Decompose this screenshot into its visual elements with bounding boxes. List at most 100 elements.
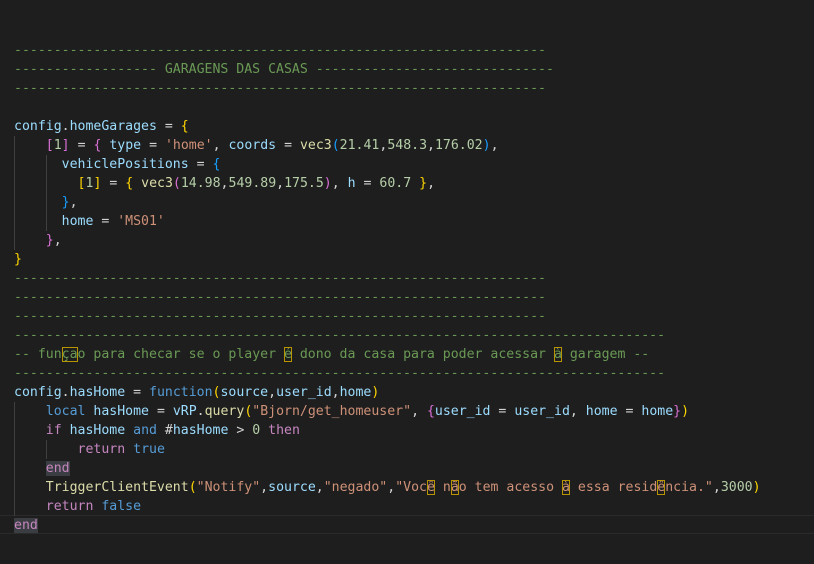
code-token: "Voc [395,480,427,495]
code-token: user_id [514,404,570,419]
code-line-9[interactable]: }, [14,193,78,212]
code-token: , [712,480,721,495]
code-line-12[interactable]: } [14,250,22,269]
code-token: ( [331,138,340,153]
code-line-23[interactable]: end [14,459,70,478]
code-token: vec3 [299,138,332,153]
code-token: 'MS01' [117,214,165,229]
code-token: = [125,385,149,400]
code-token: à [561,480,570,495]
code-line-20[interactable]: local hasHome = vRP.query("Bjorn/get_hom… [14,402,689,421]
code-token: ça [61,347,78,362]
code-token: à [553,347,562,362]
code-token: ( [188,480,197,495]
code-token: ( [172,176,181,191]
code-token: function [149,385,213,400]
code-token: > [228,423,253,438]
code-token: 549.89 [228,176,277,191]
code-token: , [490,138,499,153]
code-line-11[interactable]: }, [14,231,62,250]
code-token: = [188,157,213,172]
code-line-16[interactable]: ----------------------------------------… [14,326,665,345]
code-token: { [426,404,435,419]
code-token: end [14,518,38,533]
code-line-3[interactable]: ----------------------------------------… [14,79,546,98]
code-line-18[interactable]: ----------------------------------------… [14,364,665,383]
code-token: , [212,138,229,153]
code-token: query [204,404,245,419]
code-token: ----------------------------------------… [14,309,546,324]
code-token: ) [323,176,332,191]
code-token: , [260,480,269,495]
code-token: ) [681,404,690,419]
code-token: source [220,385,269,400]
code-line-17[interactable]: -- funçao para checar se o player é dono… [14,345,649,364]
code-token: 21.41 [339,138,380,153]
code-token: local [45,404,86,419]
code-token: ----------------------------------------… [14,271,546,286]
code-line-26[interactable]: end [14,516,38,535]
code-line-19[interactable]: config.hasHome = function(source,user_id… [14,383,379,402]
code-token: = [276,138,300,153]
code-token: { [180,119,189,134]
code-token: , [427,138,435,153]
code-token: , [331,176,348,191]
code-line-8[interactable]: [1] = { vec3(14.98,549.89,175.5), h = 60… [14,174,436,193]
code-token: ) [371,385,380,400]
code-token: o para checar se o player [77,347,284,362]
code-token: = [617,404,642,419]
code-token: "negado" [323,480,388,495]
code-line-14[interactable]: ----------------------------------------… [14,288,546,307]
code-token: ] [61,138,70,153]
code-line-24[interactable]: TriggerClientEvent("Notify",source,"nega… [14,478,761,497]
code-token: 3000 [720,480,753,495]
code-token: 14.98 [180,176,221,191]
code-line-25[interactable]: return false [14,497,141,516]
code-token: source [268,480,316,495]
code-token: , [315,480,324,495]
code-line-13[interactable]: ----------------------------------------… [14,269,546,288]
code-token: ----------------------------------------… [14,290,546,305]
code-token: , [427,176,436,191]
code-line-1[interactable]: ----------------------------------------… [14,41,546,60]
code-token: = [355,176,380,191]
code-line-6[interactable]: [1] = { type = 'home', coords = vec3(21.… [14,136,499,155]
code-token: , [276,176,285,191]
code-line-2[interactable]: ------------------ GARAGENS DAS CASAS --… [14,60,554,79]
code-token: ------------------ GARAGENS DAS CASAS --… [14,62,554,77]
code-token: h [347,176,356,191]
code-token: ã [450,480,459,495]
code-token: 548.3 [387,138,428,153]
code-token: . [196,404,205,419]
code-line-21[interactable]: if hasHome and #hasHome > 0 then [14,421,300,440]
code-line-22[interactable]: return true [14,440,165,459]
code-token: , [411,404,427,419]
code-token: coords [228,138,277,153]
code-token: ) [482,138,491,153]
code-token: config [14,385,62,400]
code-token: = [156,119,181,134]
code-token: false [101,499,142,514]
code-token: then [268,423,300,438]
code-line-10[interactable]: home = 'MS01' [14,212,165,231]
code-line-7[interactable]: vehiclePositions = { [14,155,221,174]
code-line-5[interactable]: config.homeGarages = { [14,117,189,136]
code-token: true [133,442,165,457]
code-token: . [61,119,70,134]
code-line-15[interactable]: ----------------------------------------… [14,307,546,326]
code-token: essa resid [569,480,658,495]
code-token: ----------------------------------------… [14,366,666,381]
code-editor[interactable]: ----------------------------------------… [0,0,814,564]
code-token: homeGarages [69,119,157,134]
code-token: ) [752,480,761,495]
